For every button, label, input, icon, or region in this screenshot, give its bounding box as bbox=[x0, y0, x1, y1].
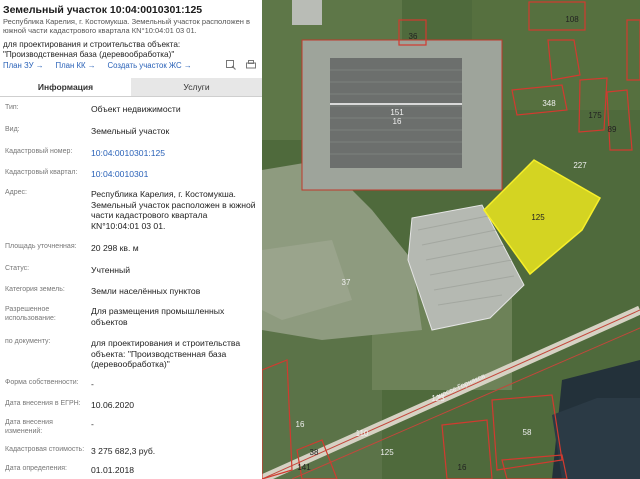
map-label-89: 89 bbox=[608, 125, 617, 134]
link-create-parcel[interactable]: Создать участок ЖС → bbox=[108, 61, 192, 70]
label-kind: Вид: bbox=[5, 126, 20, 133]
link-plan-zu[interactable]: План ЗУ → bbox=[3, 61, 44, 70]
label-status: Статус: bbox=[5, 265, 30, 272]
value-determination-date: 01.01.2018 bbox=[91, 465, 135, 475]
label-cadastral-value: Кадастровая стоимость: bbox=[5, 446, 85, 453]
page-title: Земельный участок 10:04:0010301:125 bbox=[3, 4, 203, 16]
search-icon[interactable] bbox=[226, 60, 236, 70]
print-icon[interactable] bbox=[246, 60, 256, 70]
map-label-16-far: 16 bbox=[458, 463, 467, 472]
purpose-text: для проектирования и строительства объек… bbox=[3, 40, 181, 59]
header-links: План ЗУ → План КК → Создать участок ЖС → bbox=[3, 61, 192, 70]
map-label-38: 38 bbox=[310, 448, 319, 457]
value-by-document: для проектирования и строительства объек… bbox=[91, 338, 241, 369]
header-icons bbox=[226, 60, 256, 70]
cadastral-number-link[interactable]: 10:04:0010301:125 bbox=[91, 148, 257, 159]
tab-information[interactable]: Информация bbox=[0, 78, 131, 96]
map-label-58: 58 bbox=[523, 428, 532, 437]
label-address: Адрес: bbox=[5, 189, 27, 196]
value-egrn-date: 10.06.2020 bbox=[91, 400, 135, 410]
map-label-175: 175 bbox=[588, 111, 602, 120]
value-change-date: - bbox=[91, 419, 94, 429]
value-area: 20 298 кв. м bbox=[91, 243, 139, 253]
label-ownership-form: Форма собственности: bbox=[5, 379, 79, 386]
label-permitted-use: Разрешенное использование: bbox=[5, 306, 56, 322]
tab-bar: Информация Услуги bbox=[0, 78, 262, 97]
value-kind: Земельный участок bbox=[91, 126, 170, 136]
map-label-110: 110 bbox=[356, 429, 369, 438]
panel-header: Земельный участок 10:04:0010301:125 Респ… bbox=[0, 0, 262, 82]
tab-services[interactable]: Услуги bbox=[131, 78, 262, 96]
value-type: Объект недвижимости bbox=[91, 104, 181, 114]
value-status: Учтенный bbox=[91, 265, 131, 275]
map-label-16: 16 bbox=[393, 117, 402, 126]
value-cadastral-value: 3 275 682,3 руб. bbox=[91, 446, 156, 456]
map-label-151: 151 bbox=[390, 108, 404, 117]
map-label-37: 37 bbox=[342, 278, 351, 287]
map-label-36: 36 bbox=[409, 32, 418, 41]
cadastral-quarter-link[interactable]: 10:04:0010301 bbox=[91, 169, 257, 180]
map-label-16-south: 16 bbox=[296, 420, 305, 429]
map-label-108: 108 bbox=[565, 15, 579, 24]
map-view[interactable]: 108 36 151 16 348 175 89 227 125 37 123 … bbox=[262, 0, 640, 479]
map-label-227: 227 bbox=[573, 161, 587, 170]
value-permitted-use: Для размещения промышленных объектов bbox=[91, 306, 225, 327]
map-label-348: 348 bbox=[542, 99, 556, 108]
value-land-category: Земли населённых пунктов bbox=[91, 286, 201, 296]
satellite-map[interactable]: 108 36 151 16 348 175 89 227 125 37 123 … bbox=[262, 0, 640, 479]
label-cadastral-quarter: Кадастровый квартал: bbox=[5, 169, 78, 176]
value-address: Республика Карелия, г. Костомукша. Земел… bbox=[91, 189, 256, 231]
link-plan-kk[interactable]: План КК → bbox=[56, 61, 96, 70]
map-label-125: 125 bbox=[380, 448, 394, 457]
label-egrn-date: Дата внесения в ЕГРН: bbox=[5, 400, 81, 407]
label-by-document: по документу: bbox=[5, 338, 51, 345]
label-land-category: Категория земель: bbox=[5, 286, 65, 293]
label-area: Площадь уточненная: bbox=[5, 243, 77, 250]
info-panel: Земельный участок 10:04:0010301:125 Респ… bbox=[0, 0, 263, 479]
map-label-125-highlight: 125 bbox=[531, 213, 545, 222]
label-cadastral-number: Кадастровый номер: bbox=[5, 148, 73, 155]
value-ownership-form: - bbox=[91, 379, 94, 389]
label-change-date: Дата внесения изменений: bbox=[5, 419, 53, 435]
label-determination-date: Дата определения: bbox=[5, 465, 67, 472]
label-type: Тип: bbox=[5, 104, 19, 111]
map-label-141: 141 bbox=[297, 463, 311, 472]
address-subtitle: Республика Карелия, г. Костомукша. Земел… bbox=[3, 17, 251, 35]
